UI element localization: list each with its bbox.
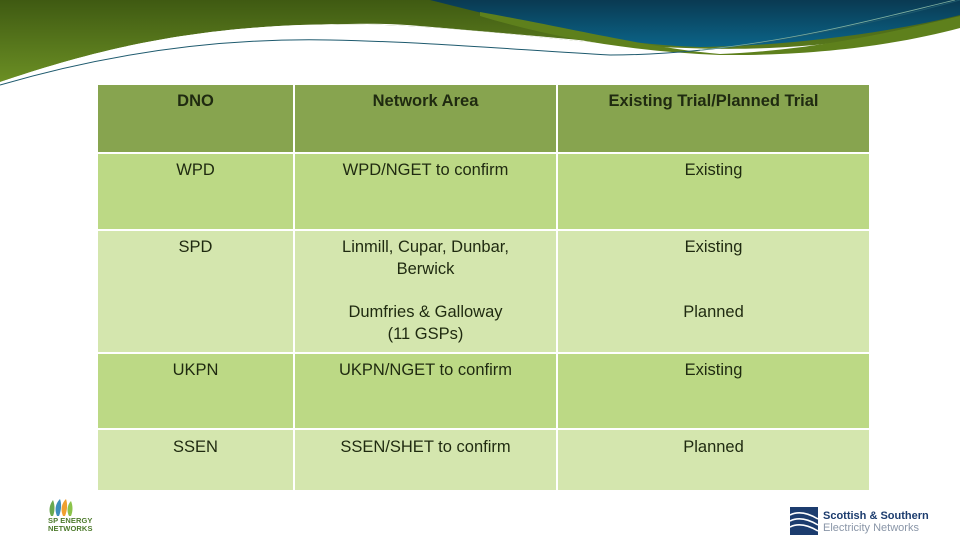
cell-dno: SPD bbox=[96, 229, 295, 354]
trial-line: Existing bbox=[684, 238, 743, 256]
sse-logo: Scottish & Southern Electricity Networks bbox=[790, 505, 940, 537]
cell-trial: Existing bbox=[556, 152, 871, 231]
wave-mark-icon bbox=[790, 507, 818, 535]
header-banner bbox=[0, 0, 960, 86]
cell-trial: Existing Planned bbox=[556, 229, 871, 354]
cell-area: WPD/NGET to confirm bbox=[293, 152, 558, 231]
table-row: UKPN UKPN/NGET to confirm Existing bbox=[96, 352, 871, 430]
cell-area: UKPN/NGET to confirm bbox=[293, 352, 558, 430]
trial-table: DNO Network Area Existing Trial/Planned … bbox=[96, 83, 871, 492]
trial-line: Planned bbox=[683, 303, 744, 321]
area-line: Linmill, Cupar, Dunbar, bbox=[342, 238, 509, 256]
table-row: SSEN SSEN/SHET to confirm Planned bbox=[96, 428, 871, 492]
leaves-icon bbox=[49, 499, 73, 516]
header-dno: DNO bbox=[96, 83, 295, 154]
sp-energy-text: SP ENERGY NETWORKS bbox=[48, 516, 93, 533]
sp-energy-networks-logo: SP ENERGY NETWORKS bbox=[45, 498, 115, 536]
cell-trial: Planned bbox=[556, 428, 871, 492]
area-line: (11 GSPs) bbox=[387, 325, 464, 343]
header-network-area: Network Area bbox=[293, 83, 558, 154]
cell-area: Linmill, Cupar, Dunbar, Berwick Dumfries… bbox=[293, 229, 558, 354]
table-row: SPD Linmill, Cupar, Dunbar, Berwick Dumf… bbox=[96, 229, 871, 354]
cell-dno: UKPN bbox=[96, 352, 295, 430]
sse-subtitle: Electricity Networks bbox=[823, 522, 919, 534]
table-row: WPD WPD/NGET to confirm Existing bbox=[96, 152, 871, 231]
area-line: Berwick bbox=[396, 260, 455, 278]
sse-title: Scottish & Southern bbox=[823, 510, 929, 522]
cell-area: SSEN/SHET to confirm bbox=[293, 428, 558, 492]
cell-dno: SSEN bbox=[96, 428, 295, 492]
cell-trial: Existing bbox=[556, 352, 871, 430]
cell-dno: WPD bbox=[96, 152, 295, 231]
area-line: Dumfries & Galloway bbox=[348, 303, 503, 321]
table-header-row: DNO Network Area Existing Trial/Planned … bbox=[96, 83, 871, 154]
header-trial-status: Existing Trial/Planned Trial bbox=[556, 83, 871, 154]
